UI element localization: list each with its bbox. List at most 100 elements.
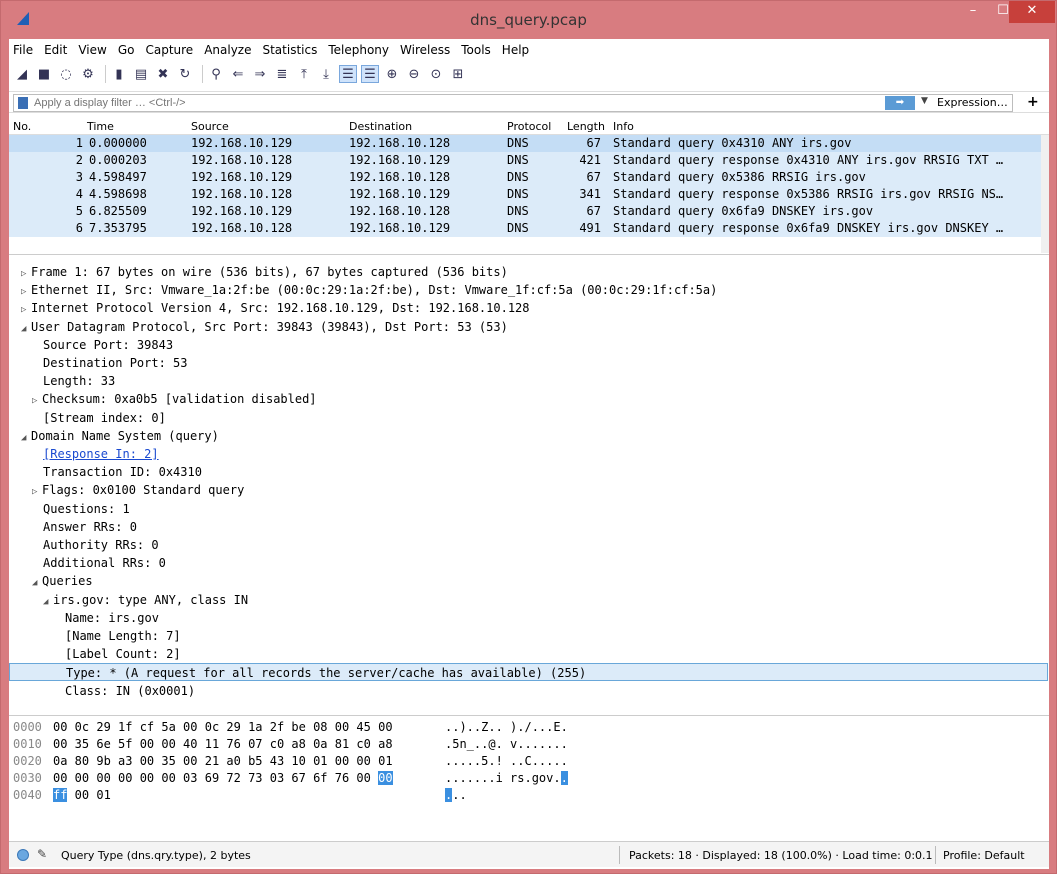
go-to-packet-icon[interactable]: ≣ <box>273 65 291 83</box>
menu-edit[interactable]: Edit <box>44 43 67 57</box>
detail-row[interactable]: Answer RRs: 0 <box>9 518 137 536</box>
menu-tools[interactable]: Tools <box>461 43 491 57</box>
close-button[interactable]: ✕ <box>1009 1 1055 23</box>
hex-bytes[interactable]: 00 0c 29 1f cf 5a 00 0c 29 1a 2f be 08 0… <box>53 720 445 734</box>
hex-ascii[interactable]: ... <box>445 788 467 802</box>
packet-cell-time: 4.598698 <box>89 187 147 201</box>
column-source[interactable]: Source <box>191 120 229 133</box>
detail-row[interactable]: ▷ Ethernet II, Src: Vmware_1a:2f:be (00:0… <box>9 281 717 299</box>
zoom-in-icon[interactable]: ⊕ <box>383 65 401 83</box>
detail-row[interactable]: ◢ User Datagram Protocol, Src Port: 39843… <box>9 318 508 336</box>
hex-bytes[interactable]: ff 00 01 <box>53 788 445 802</box>
menu-telephony[interactable]: Telephony <box>328 43 389 57</box>
column-info[interactable]: Info <box>613 120 634 133</box>
packet-cell-info: Standard query response 0x6fa9 DNSKEY ir… <box>613 221 1004 235</box>
detail-row[interactable]: Transaction ID: 0x4310 <box>9 463 202 481</box>
detail-row[interactable]: Length: 33 <box>9 372 115 390</box>
detail-row[interactable]: Source Port: 39843 <box>9 336 173 354</box>
go-forward-icon[interactable]: ⇒ <box>251 65 269 83</box>
menu-help[interactable]: Help <box>502 43 529 57</box>
reload-file-icon[interactable]: ↻ <box>176 65 194 83</box>
detail-row[interactable]: Additional RRs: 0 <box>9 554 166 572</box>
menu-go[interactable]: Go <box>118 43 135 57</box>
chevron-down-icon[interactable]: ▼ <box>921 96 928 106</box>
detail-row[interactable]: Type: * (A request for all records the s… <box>9 663 1048 682</box>
detail-row[interactable]: ▷ Frame 1: 67 bytes on wire (536 bits), 6… <box>9 263 508 281</box>
capture-options-icon[interactable]: ⚙ <box>79 65 97 83</box>
detail-row[interactable]: ◢ Queries <box>9 572 93 590</box>
hex-ascii[interactable]: ..)..Z.. )./...E. <box>445 720 568 734</box>
column-no[interactable]: No. <box>13 120 31 133</box>
packet-row[interactable]: 3 4.598497 192.168.10.129 192.168.10.128 DNS… <box>9 169 1041 186</box>
packet-list-scrollbar[interactable] <box>1041 135 1049 253</box>
hex-bytes[interactable]: 00 35 6e 5f 00 00 40 11 76 07 c0 a8 0a 8… <box>53 737 445 751</box>
colorize-icon[interactable]: ☰ <box>361 65 379 83</box>
hex-bytes[interactable]: 0a 80 9b a3 00 35 00 21 a0 b5 43 10 01 0… <box>53 754 445 768</box>
title-bar[interactable]: dns_query.pcap – ☐ ✕ <box>1 1 1056 39</box>
find-packet-icon[interactable]: ⚲ <box>207 65 225 83</box>
detail-text: Flags: 0x0100 Standard query <box>42 483 245 498</box>
detail-text: User Datagram Protocol, Src Port: 39843 … <box>31 319 508 334</box>
column-length[interactable]: Length <box>567 120 605 133</box>
detail-row[interactable]: [Stream index: 0] <box>9 409 166 427</box>
detail-row[interactable]: ◢ Domain Name System (query) <box>9 427 219 445</box>
stop-capture-icon[interactable]: ■ <box>35 65 53 83</box>
detail-row[interactable]: [Label Count: 2] <box>9 645 181 663</box>
menu-file[interactable]: File <box>13 43 33 57</box>
detail-text: Answer RRs: 0 <box>43 519 137 534</box>
go-last-icon[interactable]: ⤓ <box>317 65 335 83</box>
menu-capture[interactable]: Capture <box>145 43 193 57</box>
zoom-normal-icon[interactable]: ⊙ <box>427 65 445 83</box>
column-time[interactable]: Time <box>87 120 114 133</box>
hex-ascii[interactable]: .5n_..@. v....... <box>445 737 568 751</box>
packet-cell-source: 192.168.10.128 <box>191 221 293 235</box>
save-file-icon[interactable]: ▤ <box>132 65 150 83</box>
expression-button[interactable]: Expression… <box>937 96 1008 109</box>
detail-row[interactable]: ▷ Checksum: 0xa0b5 [validation disabled] <box>9 390 317 408</box>
packet-cell-no: 2 <box>75 153 83 167</box>
autoscroll-icon[interactable]: ☰ <box>339 65 357 83</box>
apply-filter-button[interactable]: ➡ <box>885 96 915 110</box>
detail-row[interactable]: Questions: 1 <box>9 500 130 518</box>
detail-row[interactable]: [Response In: 2] <box>9 445 159 463</box>
detail-row[interactable]: Class: IN (0x0001) <box>9 682 195 700</box>
go-first-icon[interactable]: ⤒ <box>295 65 313 83</box>
filter-bookmark-icon[interactable] <box>18 97 28 109</box>
resize-columns-icon[interactable]: ⊞ <box>449 65 467 83</box>
packet-row[interactable]: 6 7.353795 192.168.10.128 192.168.10.129 DNS… <box>9 220 1041 237</box>
edit-comment-icon[interactable]: ✎ <box>37 847 47 861</box>
detail-row[interactable]: Authority RRs: 0 <box>9 536 159 554</box>
menu-view[interactable]: View <box>78 43 106 57</box>
packet-row[interactable]: 4 4.598698 192.168.10.128 192.168.10.129 DNS… <box>9 186 1041 203</box>
restart-capture-icon[interactable]: ◌ <box>57 65 75 83</box>
display-filter-input[interactable] <box>13 94 1013 112</box>
menu-analyze[interactable]: Analyze <box>204 43 251 57</box>
open-file-icon[interactable]: ▮ <box>110 65 128 83</box>
expert-info-icon[interactable] <box>17 849 29 861</box>
menu-statistics[interactable]: Statistics <box>262 43 317 57</box>
add-filter-button[interactable]: + <box>1027 94 1039 110</box>
detail-row[interactable]: ▷ Internet Protocol Version 4, Src: 192.1… <box>9 299 530 317</box>
go-back-icon[interactable]: ⇐ <box>229 65 247 83</box>
close-file-icon[interactable]: ✖ <box>154 65 172 83</box>
detail-row[interactable]: ◢ irs.gov: type ANY, class IN <box>9 591 248 609</box>
hex-offset: 0000 <box>13 720 42 734</box>
column-protocol[interactable]: Protocol <box>507 120 551 133</box>
detail-row[interactable]: ▷ Flags: 0x0100 Standard query <box>9 481 244 499</box>
packet-row[interactable]: 2 0.000203 192.168.10.128 192.168.10.129 DNS… <box>9 152 1041 169</box>
hex-row: 0010 00 35 6e 5f 00 00 40 11 76 07 c0 a8 … <box>13 737 568 754</box>
start-capture-icon[interactable]: ◢ <box>13 65 31 83</box>
detail-row[interactable]: Name: irs.gov <box>9 609 159 627</box>
hex-ascii[interactable]: .....5.! ..C..... <box>445 754 568 768</box>
hex-bytes[interactable]: 00 00 00 00 00 00 03 69 72 73 03 67 6f 7… <box>53 771 445 785</box>
zoom-out-icon[interactable]: ⊖ <box>405 65 423 83</box>
hex-ascii[interactable]: .......i rs.gov.. <box>445 771 568 785</box>
minimize-button[interactable]: – <box>959 1 987 23</box>
status-profile[interactable]: Profile: Default <box>943 849 1025 862</box>
packet-row[interactable]: 5 6.825509 192.168.10.129 192.168.10.128 DNS… <box>9 203 1041 220</box>
packet-row[interactable]: 1 0.000000 192.168.10.129 192.168.10.128 DNS… <box>9 135 1041 152</box>
detail-row[interactable]: Destination Port: 53 <box>9 354 188 372</box>
column-destination[interactable]: Destination <box>349 120 412 133</box>
menu-wireless[interactable]: Wireless <box>400 43 450 57</box>
detail-row[interactable]: [Name Length: 7] <box>9 627 181 645</box>
